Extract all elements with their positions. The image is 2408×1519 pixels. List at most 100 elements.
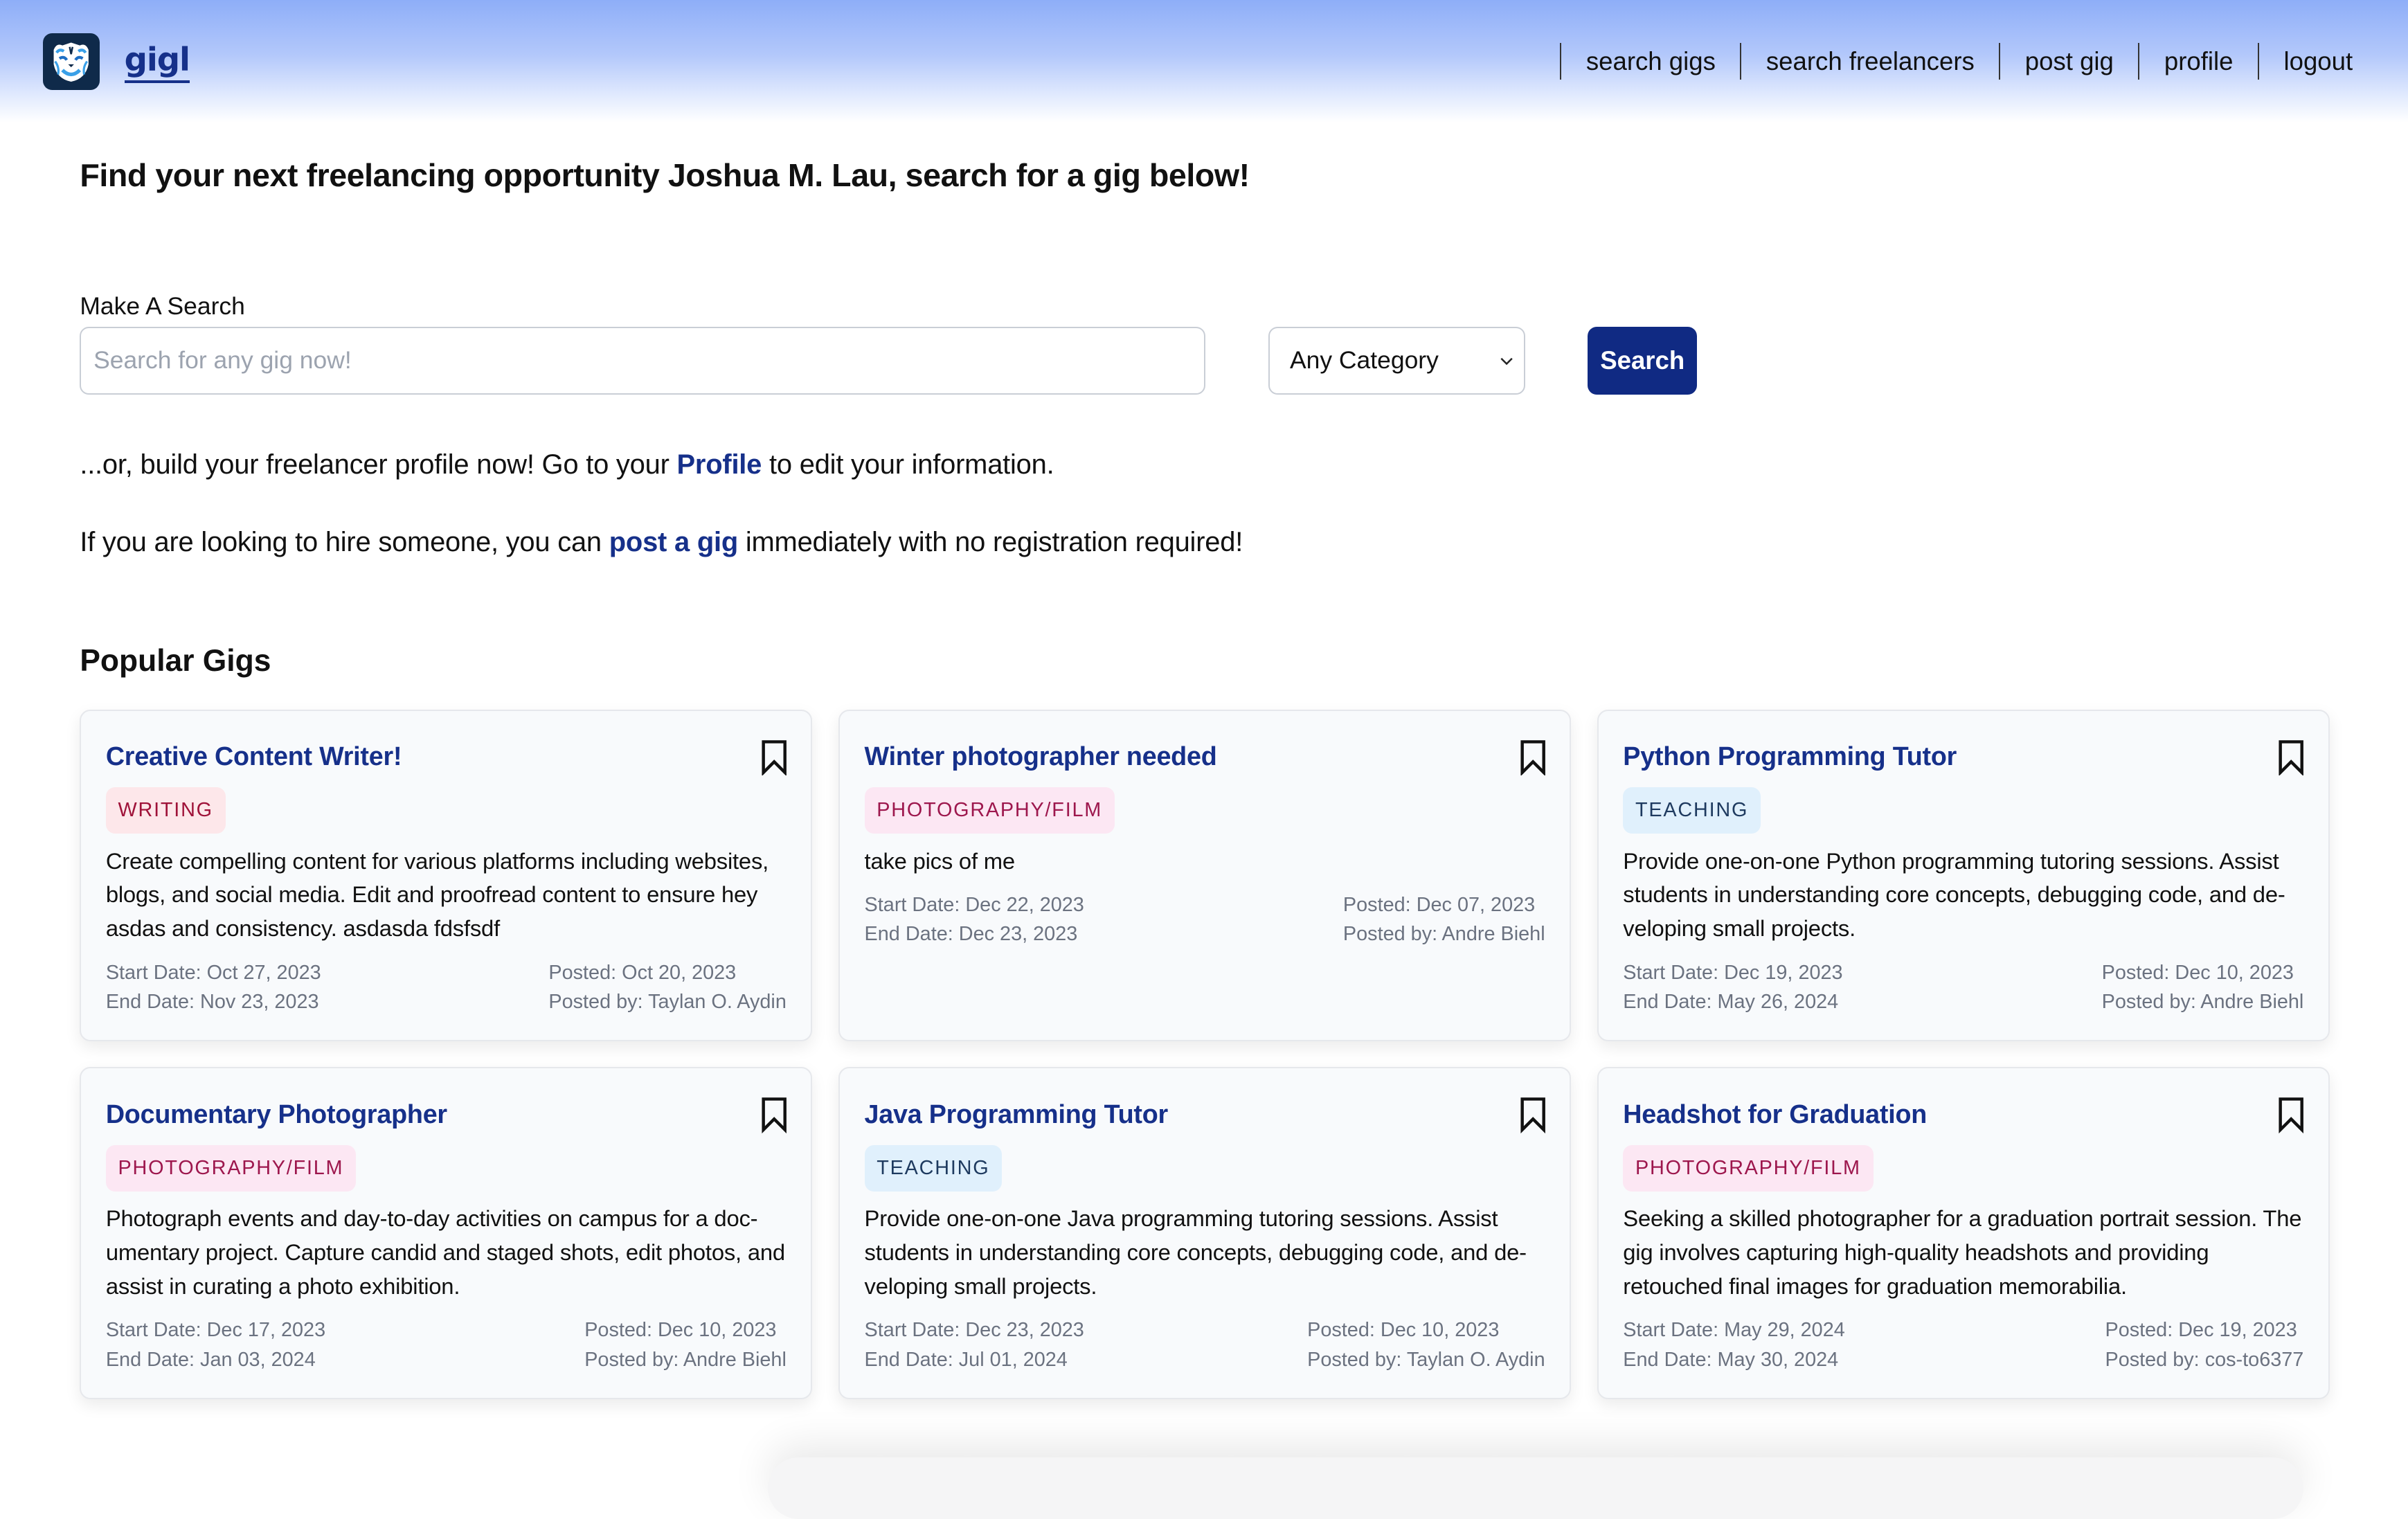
gig-posted-by: Posted by: Taylan O. Aydin [548, 990, 787, 1013]
gig-posted-date: Posted: Oct 20, 2023 [548, 961, 737, 984]
gig-posting-info: Posted: Dec 10, 2023 Posted by: Taylan O… [1307, 1315, 1545, 1374]
brand: gigl [43, 33, 190, 90]
nav-post-gig[interactable]: post gig [1999, 43, 2138, 80]
main-content: Find your next freelancing opportunity J… [0, 156, 2408, 1399]
gig-meta: Start Date: Dec 23, 2023 End Date: Jul 0… [865, 1315, 1545, 1374]
gig-meta: Start Date: Oct 27, 2023 End Date: Nov 2… [106, 958, 787, 1016]
gig-dates: Start Date: Dec 22, 2023 End Date: Dec 2… [865, 890, 1084, 949]
gig-description: Photograph events and day-to-day activit… [105, 1205, 785, 1299]
nav-logout[interactable]: logout [2257, 43, 2365, 80]
gig-meta: Start Date: May 29, 2024 End Date: May 3… [1623, 1315, 2303, 1374]
gig-start-date: Start Date: Dec 22, 2023 [864, 894, 1084, 917]
gig-description: take pics of me [864, 847, 1016, 874]
gig-card[interactable]: Java Programming Tutor TEACHING Provide … [838, 1067, 1572, 1399]
nav-profile[interactable]: profile [2138, 43, 2258, 80]
search-label: Make A Search [80, 292, 245, 321]
bottom-floating-panel-edge [768, 1457, 2304, 1519]
gig-dates: Start Date: Dec 23, 2023 End Date: Jul 0… [865, 1315, 1084, 1374]
post-gig-prompt: If you are looking to hire someone, you … [80, 527, 2328, 558]
search-bar: Any Category Search [80, 327, 2328, 395]
gig-posted-date: Posted: Dec 10, 2023 [1307, 1319, 1500, 1342]
category-badge: PHOTOGRAPHY/FILM [864, 787, 1115, 834]
gig-meta: Start Date: Dec 19, 2023 End Date: May 2… [1623, 958, 2303, 1016]
gig-end-date: End Date: May 30, 2024 [1623, 1348, 1839, 1371]
gig-start-date: Start Date: Dec 17, 2023 [105, 1319, 326, 1342]
chevron-down-icon [1500, 357, 1513, 365]
tiger-logo-icon[interactable] [43, 33, 100, 90]
gig-posted-date: Posted: Dec 07, 2023 [1342, 894, 1536, 917]
category-badge: TEACHING [1623, 787, 1761, 834]
main-nav: search gigs search freelancers post gig … [1560, 43, 2365, 80]
post-a-gig-link[interactable]: post a gig [609, 527, 738, 557]
gig-card-grid: Creative Content Writer! WRITING Create … [80, 709, 2330, 1399]
gig-dates: Start Date: Oct 27, 2023 End Date: Nov 2… [106, 958, 321, 1016]
category-select[interactable]: Any Category [1268, 327, 1525, 395]
post-gig-prompt-text-before: If you are looking to hire someone, you … [80, 527, 609, 558]
gig-posting-info: Posted: Dec 10, 2023 Posted by: Andre Bi… [2102, 958, 2304, 1016]
gig-description: Seeking a skilled photographer for a gra… [1623, 1205, 2302, 1299]
search-button[interactable]: Search [1588, 327, 1697, 395]
gig-meta: Start Date: Dec 22, 2023 End Date: Dec 2… [865, 890, 1545, 949]
gig-posted-by: Posted by: Andre Biehl [584, 1348, 787, 1371]
post-gig-prompt-text-after: immediately with no registration require… [738, 527, 1243, 558]
gig-posted-by: Posted by: Taylan O. Aydin [1307, 1348, 1545, 1371]
gig-start-date: Start Date: May 29, 2024 [1623, 1319, 1845, 1342]
category-selected-value: Any Category [1289, 346, 1439, 375]
gig-description: Provide one-on-one Java programming tuto… [864, 1205, 1527, 1299]
gig-end-date: End Date: Jan 03, 2024 [105, 1348, 316, 1371]
gig-posted-by: Posted by: cos-to6377 [2105, 1348, 2304, 1371]
gig-end-date: End Date: May 26, 2024 [1623, 990, 1839, 1013]
popular-gigs-heading: Popular Gigs [80, 644, 271, 678]
gig-start-date: Start Date: Dec 23, 2023 [864, 1319, 1084, 1342]
gig-start-date: Start Date: Dec 19, 2023 [1623, 961, 1843, 984]
search-input[interactable] [80, 327, 1206, 395]
gig-title-link[interactable]: Winter photographer needed [865, 737, 1545, 777]
profile-prompt-text-before: ...or, build your freelancer profile now… [80, 449, 677, 480]
gig-dates: Start Date: Dec 17, 2023 End Date: Jan 0… [106, 1315, 325, 1374]
gig-posting-info: Posted: Dec 19, 2023 Posted by: cos-to63… [2105, 1315, 2303, 1374]
gig-description: Provide one-on-one Python programming tu… [1623, 847, 2285, 942]
gig-title-link[interactable]: Creative Content Writer! [106, 737, 787, 777]
gig-meta: Start Date: Dec 17, 2023 End Date: Jan 0… [106, 1315, 787, 1374]
gig-end-date: End Date: Nov 23, 2023 [105, 990, 319, 1013]
bookmark-icon[interactable] [759, 739, 789, 775]
gig-posted-date: Posted: Dec 10, 2023 [2101, 961, 2294, 984]
profile-prompt-text-after: to edit your information. [762, 449, 1054, 480]
bookmark-icon[interactable] [759, 1096, 789, 1133]
gig-posting-info: Posted: Dec 10, 2023 Posted by: Andre Bi… [584, 1315, 787, 1374]
top-navbar: gigl search gigs search freelancers post… [0, 0, 2408, 123]
profile-link[interactable]: Profile [677, 449, 762, 480]
gig-card[interactable]: Winter photographer needed PHOTOGRAPHY/F… [838, 709, 1572, 1041]
gig-card[interactable]: Headshot for Graduation PHOTOGRAPHY/FILM… [1597, 1067, 2330, 1399]
gig-title-link[interactable]: Documentary Photographer [106, 1095, 787, 1135]
gig-posted-date: Posted: Dec 10, 2023 [584, 1319, 777, 1342]
bookmark-icon[interactable] [2276, 1096, 2306, 1133]
gig-end-date: End Date: Dec 23, 2023 [864, 923, 1078, 946]
gig-card[interactable]: Documentary Photographer PHOTOGRAPHY/FIL… [80, 1067, 813, 1399]
page-title: Find your next freelancing opportunity J… [80, 157, 1250, 194]
gig-posted-by: Posted by: Andre Biehl [1342, 923, 1545, 946]
nav-search-gigs[interactable]: search gigs [1560, 43, 1740, 80]
gig-title-link[interactable]: Java Programming Tutor [865, 1095, 1545, 1135]
gig-dates: Start Date: May 29, 2024 End Date: May 3… [1623, 1315, 1845, 1374]
profile-prompt: ...or, build your freelancer profile now… [80, 449, 2328, 480]
gig-start-date: Start Date: Oct 27, 2023 [105, 961, 321, 984]
bookmark-icon[interactable] [2276, 739, 2306, 775]
gig-posting-info: Posted: Oct 20, 2023 Posted by: Taylan O… [548, 958, 787, 1016]
gig-card[interactable]: Python Programming Tutor TEACHING Provid… [1597, 709, 2330, 1041]
gig-description: Create compelling content for various pl… [105, 847, 769, 942]
brand-name-link[interactable]: gigl [124, 43, 190, 83]
category-badge: PHOTOGRAPHY/FILM [1623, 1145, 1874, 1192]
gig-posting-info: Posted: Dec 07, 2023 Posted by: Andre Bi… [1343, 890, 1545, 949]
gig-title-link[interactable]: Headshot for Graduation [1623, 1095, 2303, 1135]
bookmark-icon[interactable] [1518, 1096, 1548, 1133]
gig-posted-by: Posted by: Andre Biehl [2101, 990, 2304, 1013]
category-badge: PHOTOGRAPHY/FILM [105, 1145, 357, 1192]
gig-end-date: End Date: Jul 01, 2024 [864, 1348, 1068, 1371]
gig-title-link[interactable]: Python Programming Tutor [1623, 737, 2303, 777]
category-badge: TEACHING [864, 1145, 1003, 1192]
nav-search-freelancers[interactable]: search freelancers [1740, 43, 1999, 80]
gig-posted-date: Posted: Dec 19, 2023 [2105, 1319, 2297, 1342]
bookmark-icon[interactable] [1518, 739, 1548, 775]
gig-card[interactable]: Creative Content Writer! WRITING Create … [80, 709, 813, 1041]
